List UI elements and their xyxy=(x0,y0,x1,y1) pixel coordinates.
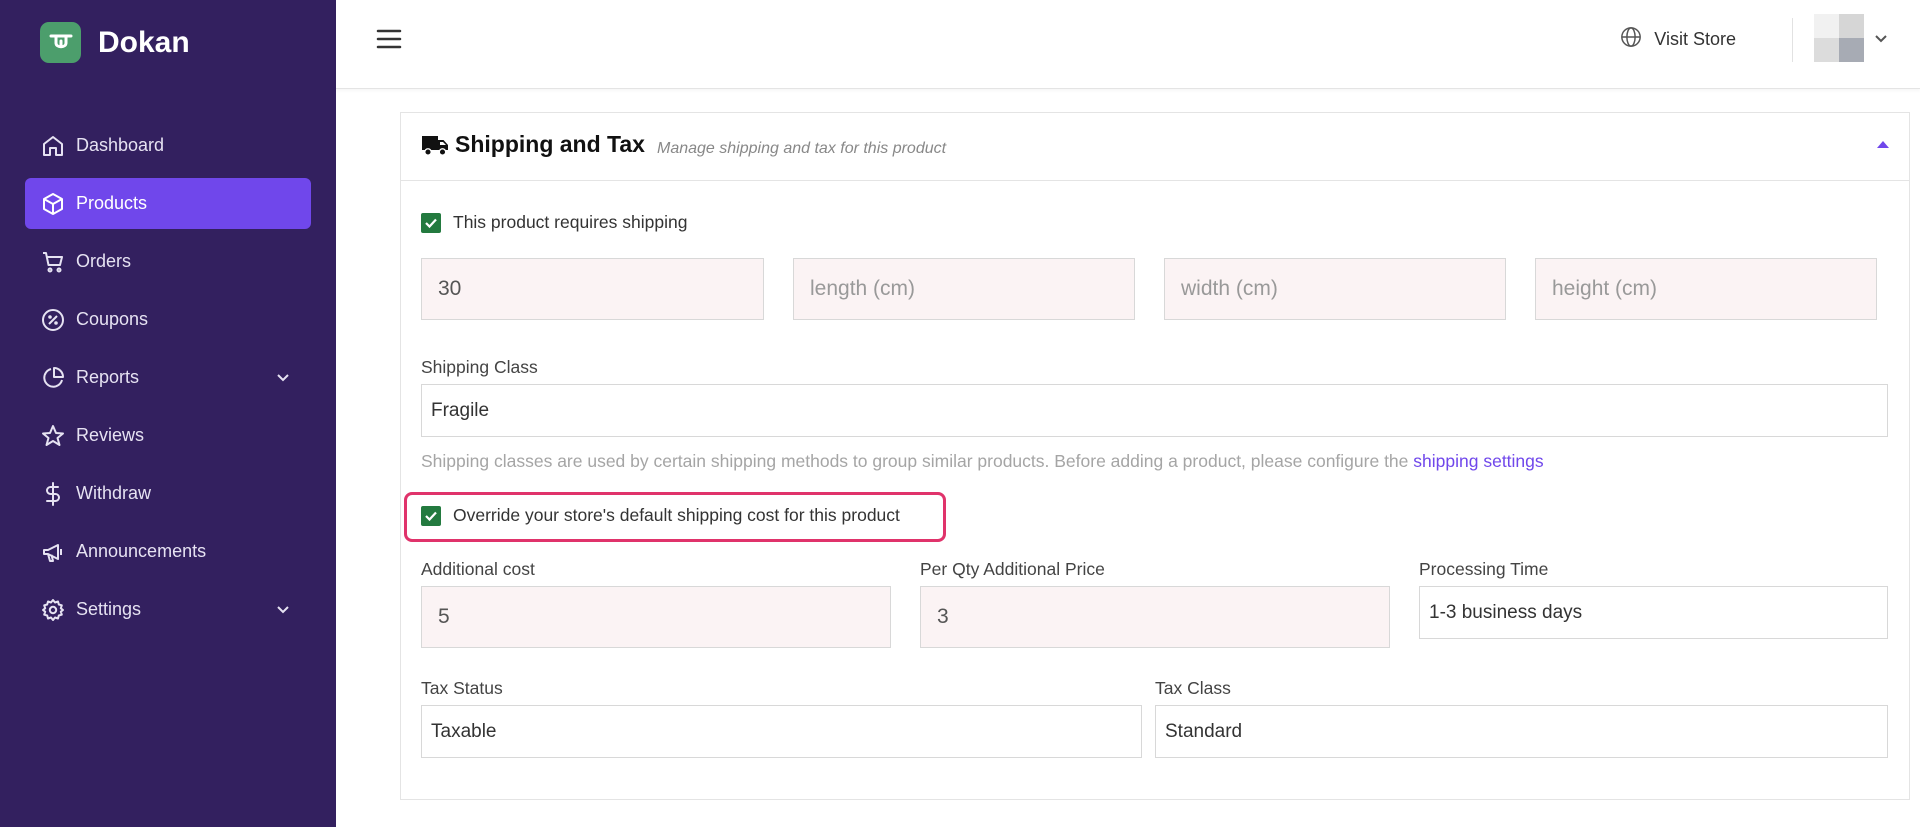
visit-store-link[interactable]: Visit Store xyxy=(1620,26,1736,53)
panel-title: Shipping and Tax xyxy=(455,131,645,157)
sidebar-nav: Dashboard Products Orders Coupons Report… xyxy=(25,120,311,642)
requires-shipping-label: This product requires shipping xyxy=(453,212,688,232)
shipping-settings-link[interactable]: shipping settings xyxy=(1413,451,1543,471)
topbar-divider xyxy=(1792,18,1793,62)
additional-cost-input[interactable]: 5 xyxy=(421,586,891,648)
chevron-down-icon[interactable] xyxy=(1874,32,1888,46)
shipping-class-label: Shipping Class xyxy=(421,357,538,377)
processing-time-label: Processing Time xyxy=(1419,559,1549,579)
override-shipping-checkbox[interactable] xyxy=(421,505,441,526)
sidebar: Dokan Dashboard Products Orders Coupons xyxy=(0,0,336,827)
megaphone-icon xyxy=(40,539,66,565)
tax-class-label: Tax Class xyxy=(1155,678,1231,698)
sidebar-item-label: Reports xyxy=(76,367,140,387)
sidebar-item-orders[interactable]: Orders xyxy=(25,236,311,287)
requires-shipping-row: This product requires shipping xyxy=(421,212,687,233)
coupon-icon xyxy=(40,307,66,333)
dokan-logo-icon xyxy=(40,22,81,63)
panel-header[interactable]: Shipping and Tax Manage shipping and tax… xyxy=(401,113,1909,181)
globe-icon xyxy=(1620,26,1642,53)
shipping-class-help-text: Shipping classes are used by certain shi… xyxy=(421,451,1409,471)
gear-icon xyxy=(40,597,66,623)
additional-cost-label: Additional cost xyxy=(421,559,535,579)
dollar-icon xyxy=(40,481,66,507)
sidebar-item-label: Orders xyxy=(76,251,132,271)
shipping-class-select[interactable]: Fragile xyxy=(421,384,1888,437)
sidebar-item-label: Settings xyxy=(76,599,142,619)
sidebar-item-label: Coupons xyxy=(76,309,149,329)
chevron-down-icon[interactable] xyxy=(275,369,291,385)
truck-icon xyxy=(421,133,449,159)
shipping-class-help: Shipping classes are used by certain shi… xyxy=(421,451,1544,472)
requires-shipping-checkbox[interactable] xyxy=(421,212,441,233)
per-qty-price-input[interactable]: 3 xyxy=(920,586,1390,648)
override-shipping-label: Override your store's default shipping c… xyxy=(453,505,900,525)
sidebar-item-label: Products xyxy=(76,193,148,213)
sidebar-item-announcements[interactable]: Announcements xyxy=(25,526,311,577)
star-icon xyxy=(40,423,66,449)
cart-icon xyxy=(40,249,66,275)
override-shipping-row: Override your store's default shipping c… xyxy=(421,505,900,526)
sidebar-item-withdraw[interactable]: Withdraw xyxy=(25,468,311,519)
sidebar-item-dashboard[interactable]: Dashboard xyxy=(25,120,311,171)
width-input[interactable]: width (cm) xyxy=(1164,258,1506,320)
panel-subtitle: Manage shipping and tax for this product xyxy=(657,140,947,157)
sidebar-item-reports[interactable]: Reports xyxy=(25,352,311,403)
caret-up-icon[interactable] xyxy=(1875,137,1891,153)
sidebar-item-label: Announcements xyxy=(76,541,207,561)
sidebar-item-label: Reviews xyxy=(76,425,145,445)
brand-name: Dokan xyxy=(98,25,190,59)
home-icon xyxy=(40,133,66,159)
sidebar-item-coupons[interactable]: Coupons xyxy=(25,294,311,345)
brand[interactable]: Dokan xyxy=(40,22,190,63)
sidebar-item-products[interactable]: Products xyxy=(25,178,311,229)
pie-chart-icon xyxy=(40,365,66,391)
height-input[interactable]: height (cm) xyxy=(1535,258,1877,320)
length-input[interactable]: length (cm) xyxy=(793,258,1135,320)
per-qty-price-label: Per Qty Additional Price xyxy=(920,559,1105,579)
tax-class-select[interactable]: Standard xyxy=(1155,705,1888,758)
tax-status-label: Tax Status xyxy=(421,678,503,698)
chevron-down-icon[interactable] xyxy=(275,601,291,617)
visit-store-label: Visit Store xyxy=(1654,29,1736,49)
processing-time-select[interactable]: 1-3 business days xyxy=(1419,586,1888,639)
topbar: Visit Store xyxy=(336,0,1920,89)
avatar[interactable] xyxy=(1814,14,1864,62)
box-icon xyxy=(40,191,66,217)
sidebar-item-settings[interactable]: Settings xyxy=(25,584,311,635)
weight-input[interactable]: 30 xyxy=(421,258,764,320)
sidebar-item-reviews[interactable]: Reviews xyxy=(25,410,311,461)
tax-status-select[interactable]: Taxable xyxy=(421,705,1142,758)
sidebar-item-label: Dashboard xyxy=(76,135,165,155)
sidebar-item-label: Withdraw xyxy=(76,483,152,503)
hamburger-icon[interactable] xyxy=(376,26,402,52)
